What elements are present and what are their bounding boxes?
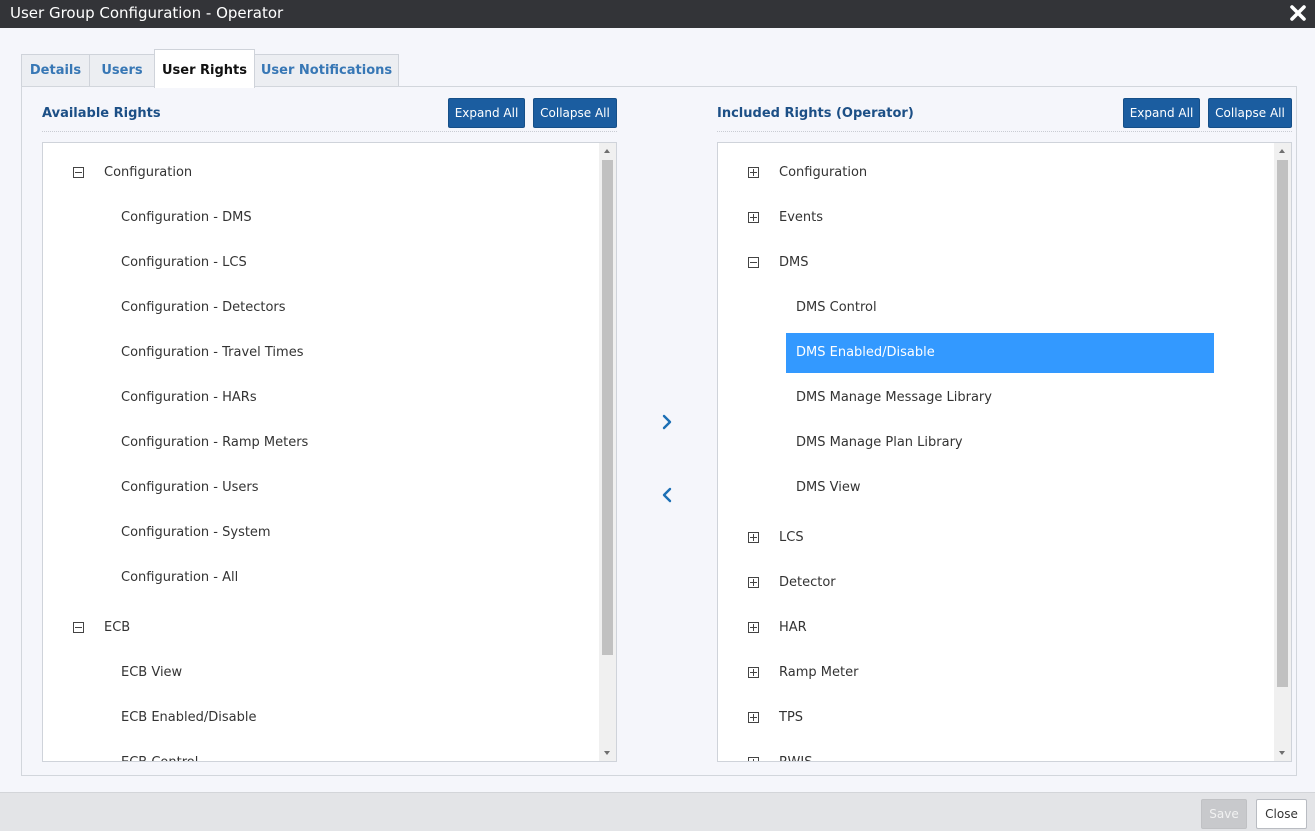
left-scroll-thumb[interactable] bbox=[602, 160, 613, 655]
tree-item-label: DMS View bbox=[796, 480, 861, 495]
window-title: User Group Configuration - Operator bbox=[10, 4, 284, 22]
right-scroll-down-arrow[interactable] bbox=[1274, 745, 1291, 761]
expand-icon[interactable] bbox=[748, 622, 759, 633]
tree-item-dms-manage-message-library[interactable]: DMS Manage Message Library bbox=[718, 378, 1273, 418]
tree-group-ramp-meter[interactable]: Ramp Meter bbox=[718, 653, 1273, 693]
tree-item-label: LCS bbox=[779, 530, 804, 545]
tree-item-label: Detector bbox=[779, 575, 836, 590]
tab-details[interactable]: Details bbox=[21, 54, 90, 87]
tree-item-label: Configuration - Ramp Meters bbox=[121, 435, 309, 450]
tree-item-label: Configuration bbox=[779, 165, 868, 180]
close-button[interactable]: Close bbox=[1256, 799, 1307, 829]
tree-item-label: ECB View bbox=[121, 665, 183, 680]
tree-item-label: DMS Manage Plan Library bbox=[796, 435, 963, 450]
left-expand-all-button[interactable]: Expand All bbox=[448, 98, 525, 128]
tree-item-dms-enabled-disable[interactable]: DMS Enabled/Disable bbox=[718, 333, 1273, 373]
collapse-icon[interactable] bbox=[748, 257, 759, 268]
tree-item-label: DMS Manage Message Library bbox=[796, 390, 992, 405]
tree-item-label: Configuration - HARs bbox=[121, 390, 257, 405]
tree-item-ecb-control[interactable]: ECB Control bbox=[43, 743, 598, 761]
tree-group-rwis[interactable]: RWIS bbox=[718, 743, 1273, 761]
right-scroll-thumb[interactable] bbox=[1277, 160, 1288, 687]
tree-item-dms-control[interactable]: DMS Control bbox=[718, 288, 1273, 328]
tree-item-label: Events bbox=[779, 210, 824, 225]
tree-item-label: ECB bbox=[104, 620, 131, 635]
tree-item-label: ECB Control bbox=[121, 743, 198, 761]
add-right-arrow-icon[interactable] bbox=[656, 411, 678, 433]
tree-item-label: ECB Enabled/Disable bbox=[121, 710, 257, 725]
dialog-body: Details Users User Rights User Notificat… bbox=[0, 28, 1315, 792]
remove-right-arrow-icon[interactable] bbox=[656, 484, 678, 506]
expand-icon[interactable] bbox=[748, 577, 759, 588]
tree-item-label: Configuration bbox=[104, 165, 193, 180]
save-button[interactable]: Save bbox=[1201, 799, 1247, 829]
left-scroll-up-arrow[interactable] bbox=[599, 143, 616, 159]
available-rights-title: Available Rights bbox=[42, 106, 161, 121]
expand-icon[interactable] bbox=[748, 532, 759, 543]
included-rights-tree[interactable]: Configuration Events DMS DMS Control DMS Ena… bbox=[717, 142, 1292, 762]
tree-item-label: TPS bbox=[779, 710, 804, 725]
tree-item-label: Configuration - LCS bbox=[121, 255, 247, 270]
tree-item-label: Configuration - Detectors bbox=[121, 300, 286, 315]
tree-item-label: Configuration - Travel Times bbox=[121, 345, 304, 360]
included-rights-title: Included Rights (Operator) bbox=[717, 106, 914, 121]
tree-item-label: Configuration - All bbox=[121, 570, 239, 585]
expand-icon[interactable] bbox=[748, 212, 759, 223]
tree-item-configuration-travel-times[interactable]: Configuration - Travel Times bbox=[43, 333, 598, 373]
tree-item-ecb-view[interactable]: ECB View bbox=[43, 653, 598, 693]
tree-item-configuration-hars[interactable]: Configuration - HARs bbox=[43, 378, 598, 418]
tree-item-configuration-system[interactable]: Configuration - System bbox=[43, 513, 598, 553]
right-scrollbar[interactable] bbox=[1274, 143, 1291, 761]
close-icon[interactable] bbox=[1287, 2, 1309, 24]
tree-item-label: HAR bbox=[779, 620, 807, 635]
tree-item-configuration-detectors[interactable]: Configuration - Detectors bbox=[43, 288, 598, 328]
tree-group-events[interactable]: Events bbox=[718, 198, 1273, 238]
tree-group-lcs[interactable]: LCS bbox=[718, 518, 1273, 558]
tree-item-configuration-ramp-meters[interactable]: Configuration - Ramp Meters bbox=[43, 423, 598, 463]
tree-item-dms-view[interactable]: DMS View bbox=[718, 468, 1273, 508]
tree-item-label: Ramp Meter bbox=[779, 665, 859, 680]
title-bar: User Group Configuration - Operator bbox=[0, 0, 1315, 28]
tree-item-configuration-all[interactable]: Configuration - All bbox=[43, 558, 598, 598]
tree-item-label: RWIS bbox=[779, 743, 812, 761]
right-scroll-up-arrow[interactable] bbox=[1274, 143, 1291, 159]
expand-icon[interactable] bbox=[748, 167, 759, 178]
right-expand-all-button[interactable]: Expand All bbox=[1123, 98, 1200, 128]
expand-icon[interactable] bbox=[748, 667, 759, 678]
tree-group-tps[interactable]: TPS bbox=[718, 698, 1273, 738]
tree-item-label: DMS bbox=[779, 255, 809, 270]
user-rights-content: Available Rights Expand All Collapse All… bbox=[21, 86, 1297, 776]
tree-item-configuration-lcs[interactable]: Configuration - LCS bbox=[43, 243, 598, 283]
tree-group-configuration[interactable]: Configuration bbox=[718, 153, 1273, 193]
tree-item-label: DMS Enabled/Disable bbox=[796, 345, 935, 360]
left-collapse-all-button[interactable]: Collapse All bbox=[533, 98, 617, 128]
left-header-divider bbox=[42, 131, 617, 132]
tree-item-label: Configuration - DMS bbox=[121, 210, 252, 225]
collapse-icon[interactable] bbox=[73, 622, 84, 633]
right-header-divider bbox=[717, 131, 1292, 132]
tree-group-har[interactable]: HAR bbox=[718, 608, 1273, 648]
tree-item-configuration-users[interactable]: Configuration - Users bbox=[43, 468, 598, 508]
tree-item-ecb-enabled-disable[interactable]: ECB Enabled/Disable bbox=[43, 698, 598, 738]
tree-group-configuration[interactable]: Configuration bbox=[43, 153, 598, 193]
tab-user-rights[interactable]: User Rights bbox=[154, 49, 255, 88]
tab-users[interactable]: Users bbox=[89, 54, 155, 87]
tab-user-notifications[interactable]: User Notifications bbox=[254, 54, 399, 87]
left-scroll-down-arrow[interactable] bbox=[599, 745, 616, 761]
tree-item-label: DMS Control bbox=[796, 300, 877, 315]
tree-group-detector[interactable]: Detector bbox=[718, 563, 1273, 603]
expand-icon[interactable] bbox=[748, 757, 759, 761]
dialog-footer: Save Close bbox=[0, 792, 1315, 831]
tree-group-dms[interactable]: DMS bbox=[718, 243, 1273, 283]
tree-item-label: Configuration - System bbox=[121, 525, 271, 540]
left-scrollbar[interactable] bbox=[599, 143, 616, 761]
collapse-icon[interactable] bbox=[73, 167, 84, 178]
right-collapse-all-button[interactable]: Collapse All bbox=[1208, 98, 1292, 128]
tree-item-label: Configuration - Users bbox=[121, 480, 259, 495]
tree-group-ecb[interactable]: ECB bbox=[43, 608, 598, 648]
expand-icon[interactable] bbox=[748, 712, 759, 723]
tree-item-configuration-dms[interactable]: Configuration - DMS bbox=[43, 198, 598, 238]
tree-item-dms-manage-plan-library[interactable]: DMS Manage Plan Library bbox=[718, 423, 1273, 463]
available-rights-tree[interactable]: Configuration Configuration - DMS Configur… bbox=[42, 142, 617, 762]
